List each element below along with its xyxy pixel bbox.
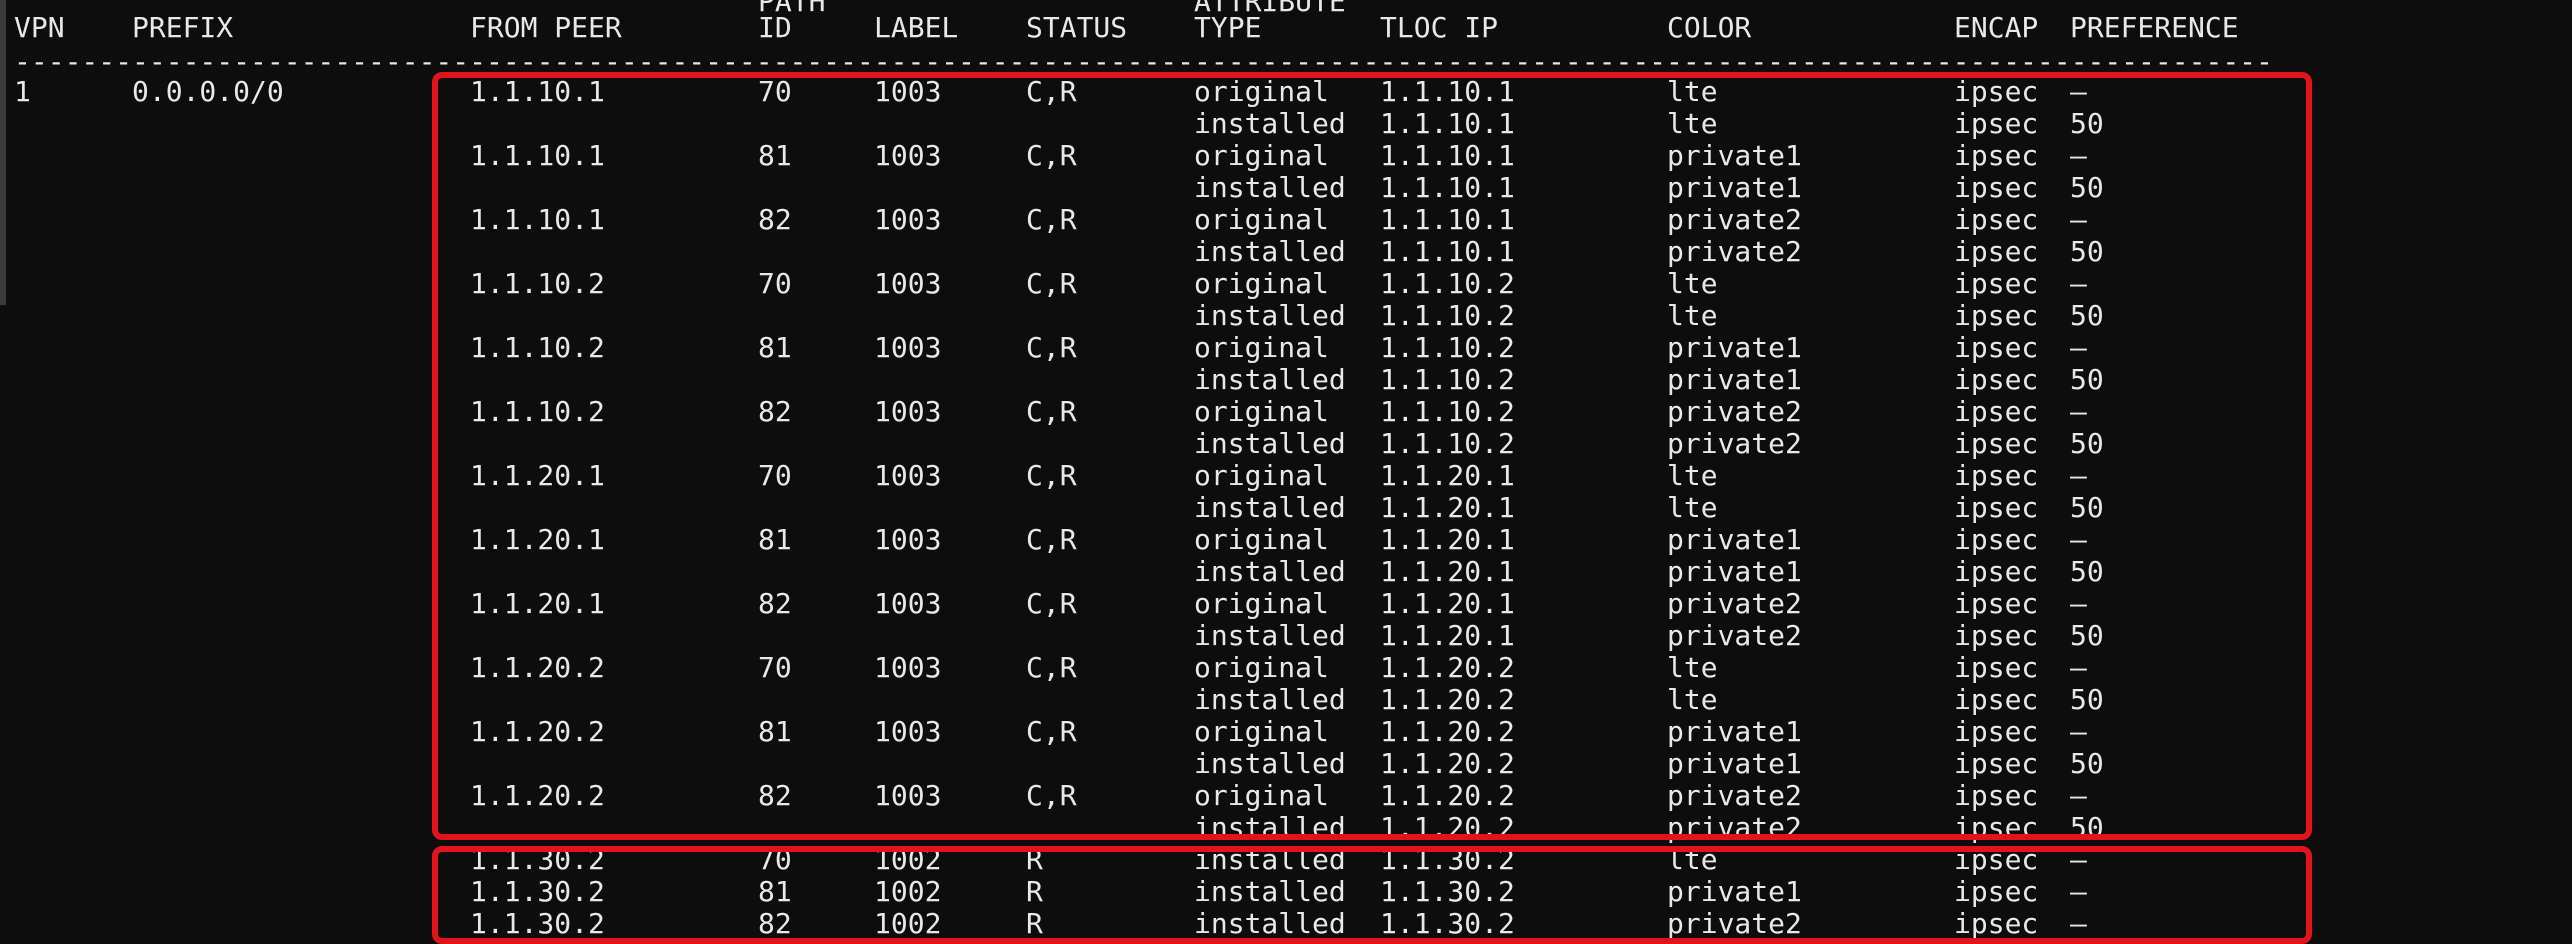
header-id: ID: [758, 11, 792, 44]
header-tloc-ip: TLOC IP: [1380, 11, 1499, 44]
highlight-box-r-group: [432, 846, 2312, 944]
header-row: VPN PREFIX FROM PEER ID LABEL STATUS TYP…: [0, 11, 2239, 44]
header-label: LABEL: [874, 11, 959, 44]
header-status: STATUS: [1026, 11, 1128, 44]
header-color: COLOR: [1667, 11, 1752, 44]
route-vpn: 1: [14, 75, 31, 108]
header-type: TYPE: [1194, 11, 1262, 44]
highlight-box-installed-group: [432, 72, 2312, 840]
header-vpn: VPN: [14, 11, 65, 44]
header-from-peer: FROM PEER: [470, 11, 622, 44]
route-prefix: 0.0.0.0/0: [132, 75, 284, 108]
header-encap: ENCAP: [1954, 11, 2039, 44]
header-prefix: PREFIX: [132, 11, 234, 44]
terminal-window: PATH ATTRIBUTE VPN PREFIX FROM PEER ID L…: [0, 0, 2572, 944]
header-preference: PREFERENCE: [2070, 11, 2239, 44]
